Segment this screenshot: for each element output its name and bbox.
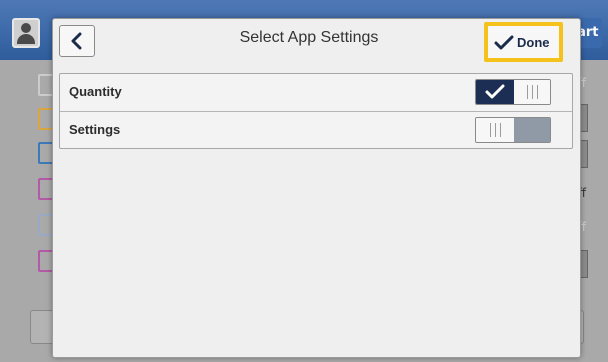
checkmark-icon [494,35,514,50]
list-item-settings[interactable]: Settings [60,111,572,148]
checkmark-icon [485,84,505,99]
select-app-settings-dialog: Select App Settings Done Quantity Settin… [52,18,581,358]
user-account-icon[interactable] [12,18,40,48]
settings-list: Quantity Settings [59,73,573,149]
back-button[interactable] [59,25,95,57]
chevron-left-icon [71,32,82,50]
grip-icon [527,85,538,99]
row-label: Quantity [69,84,122,99]
done-button-label: Done [517,35,550,50]
quantity-toggle[interactable] [475,79,551,105]
done-button[interactable]: Done [484,22,563,62]
grip-icon [490,123,501,137]
dialog-title: Select App Settings [239,29,379,46]
background-button [30,310,54,344]
settings-toggle[interactable] [475,117,551,143]
row-label: Settings [69,122,121,137]
list-item-quantity[interactable]: Quantity [60,74,572,110]
